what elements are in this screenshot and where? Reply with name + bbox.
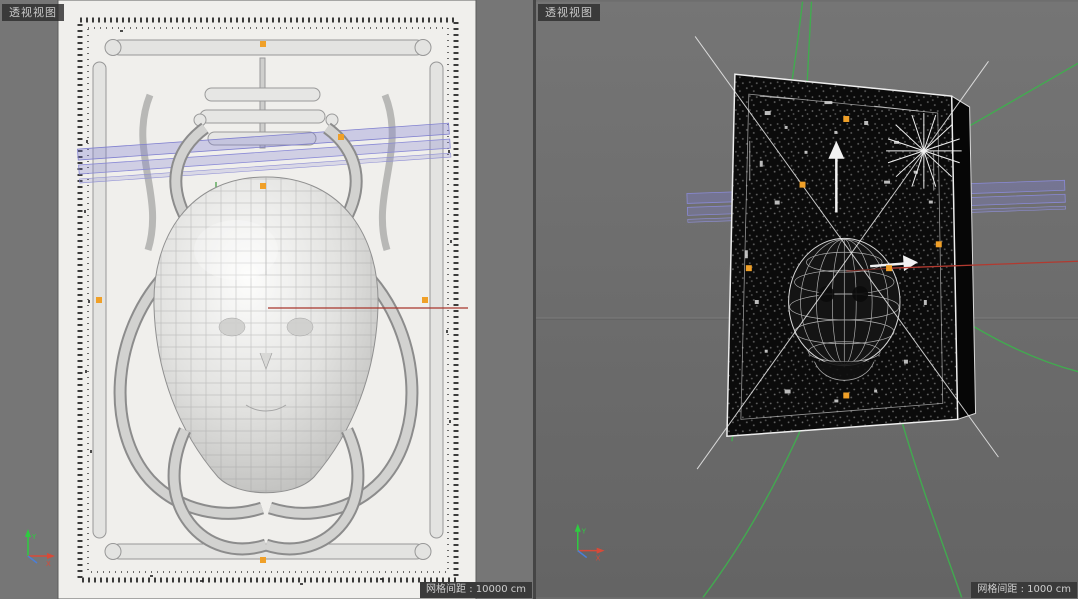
selection-handle[interactable] (260, 557, 266, 563)
selection-handle[interactable] (260, 183, 266, 189)
selection-handle[interactable] (799, 181, 806, 188)
viewport-left-label: 透视视图 (2, 4, 64, 21)
viewport-right[interactable]: 透视视图 网格间距 : 1000 cm Y X (536, 0, 1078, 599)
y-axis-label: Y (31, 533, 37, 541)
selection-handle[interactable] (886, 265, 893, 272)
viewport-right-canvas[interactable]: Y X (536, 0, 1078, 599)
frame-artwork (726, 74, 958, 437)
selection-handle[interactable] (843, 392, 850, 399)
selection-handle[interactable] (260, 41, 266, 47)
selection-handle[interactable] (96, 297, 102, 303)
x-axis-label: X (596, 555, 601, 563)
selection-handle[interactable] (935, 241, 942, 248)
y-axis-label: Y (581, 528, 587, 536)
editor-window: 透视视图 网格间距 : 10000 cm Y X 透视视图 网格间距: 100… (0, 0, 1078, 599)
selection-handle[interactable] (745, 265, 752, 272)
viewport-right-label: 透视视图 (538, 4, 600, 21)
viewport-left-grid-spacing: 网格间距 : 10000 cm (420, 582, 532, 598)
x-axis-label: X (46, 560, 51, 568)
selection-handle[interactable] (422, 297, 428, 303)
viewport-right-grid-spacing: 网格间距 : 1000 cm (971, 582, 1077, 598)
viewport-left[interactable]: 透视视图 网格间距 : 10000 cm Y X (0, 0, 533, 599)
viewport-left-canvas[interactable]: Y X (0, 0, 533, 599)
selection-handle[interactable] (338, 134, 344, 140)
selection-handle[interactable] (843, 116, 850, 122)
